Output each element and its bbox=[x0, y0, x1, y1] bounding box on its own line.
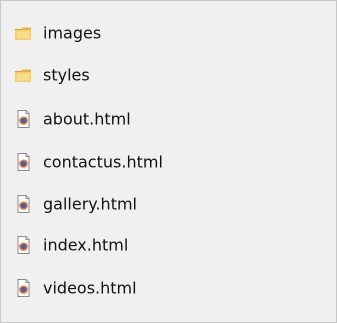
html-file-icon bbox=[17, 195, 30, 213]
list-item-gallery-html[interactable]: gallery.html bbox=[1, 186, 337, 222]
item-label: videos.html bbox=[43, 278, 137, 298]
html-file-icon bbox=[17, 110, 30, 128]
list-item-images[interactable]: images bbox=[1, 15, 337, 51]
list-item-videos-html[interactable]: videos.html bbox=[1, 270, 337, 306]
html-file-icon bbox=[17, 236, 30, 254]
list-item-index-html[interactable]: index.html bbox=[1, 227, 337, 263]
folder-icon bbox=[15, 27, 31, 40]
list-item-contactus-html[interactable]: contactus.html bbox=[1, 144, 337, 180]
folder-icon bbox=[15, 69, 31, 82]
html-file-icon bbox=[17, 279, 30, 297]
file-list: images styles about.html contactus.html bbox=[0, 0, 337, 323]
item-label: about.html bbox=[43, 109, 131, 129]
list-item-about-html[interactable]: about.html bbox=[1, 101, 337, 137]
item-label: images bbox=[43, 23, 102, 43]
item-label: index.html bbox=[43, 235, 129, 255]
list-item-styles[interactable]: styles bbox=[1, 57, 337, 93]
item-label: contactus.html bbox=[43, 152, 163, 172]
item-label: gallery.html bbox=[43, 194, 137, 214]
html-file-icon bbox=[17, 153, 30, 171]
item-label: styles bbox=[43, 65, 90, 85]
